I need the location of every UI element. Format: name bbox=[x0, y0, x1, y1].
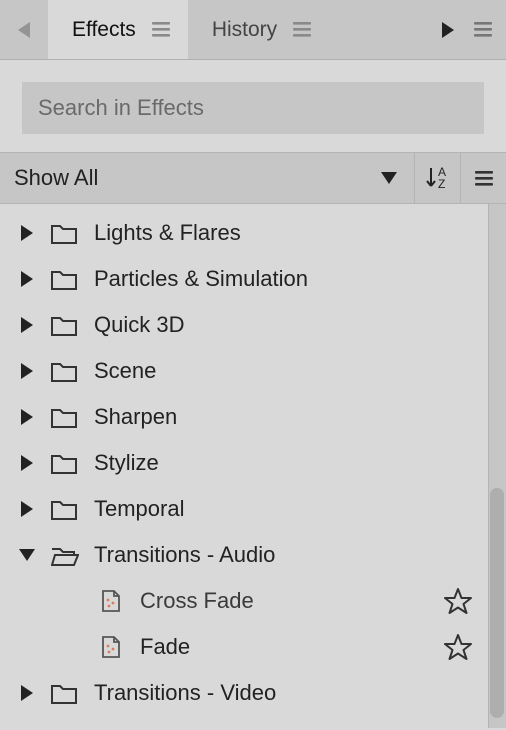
tree-folder-row[interactable]: Scene bbox=[0, 348, 506, 394]
tree-folder-row[interactable]: Stylize bbox=[0, 440, 506, 486]
tree-effect-row[interactable]: Fade bbox=[0, 624, 506, 670]
tree-folder-row[interactable]: Transitions - Audio bbox=[0, 532, 506, 578]
list-menu-icon[interactable] bbox=[460, 153, 506, 203]
tab-nav-prev[interactable] bbox=[0, 0, 48, 59]
tree-folder-row[interactable]: Lights & Flares bbox=[0, 210, 506, 256]
expand-icon[interactable] bbox=[14, 501, 40, 517]
expand-icon[interactable] bbox=[14, 409, 40, 425]
tree-item-label: Temporal bbox=[94, 496, 184, 522]
expand-icon[interactable] bbox=[14, 225, 40, 241]
sort-az-button[interactable] bbox=[414, 153, 460, 203]
tree-item-label: Fade bbox=[140, 634, 190, 660]
expand-icon[interactable] bbox=[14, 685, 40, 701]
tree-folder-row[interactable]: Transitions - Video bbox=[0, 670, 506, 716]
scrollbar[interactable] bbox=[488, 204, 506, 728]
tree-folder-row[interactable]: Quick 3D bbox=[0, 302, 506, 348]
expand-icon[interactable] bbox=[14, 455, 40, 471]
tree-item-label: Stylize bbox=[94, 450, 159, 476]
favorite-star-icon[interactable] bbox=[444, 588, 472, 614]
folder-icon bbox=[48, 451, 82, 475]
tab-label: Effects bbox=[72, 18, 136, 42]
tree-item-label: Transitions - Video bbox=[94, 680, 276, 706]
filter-label: Show All bbox=[14, 165, 98, 191]
tree-item-label: Lights & Flares bbox=[94, 220, 241, 246]
tab-history[interactable]: History bbox=[188, 0, 329, 59]
search-input[interactable] bbox=[22, 82, 484, 134]
effect-file-icon bbox=[94, 590, 128, 612]
folder-icon bbox=[48, 497, 82, 521]
tree-folder-row[interactable]: Temporal bbox=[0, 486, 506, 532]
tree-item-label: Scene bbox=[94, 358, 156, 384]
tab-effects[interactable]: Effects bbox=[48, 0, 188, 59]
hamburger-icon[interactable] bbox=[152, 22, 170, 37]
tab-nav-next[interactable] bbox=[442, 22, 454, 38]
tree-item-label: Sharpen bbox=[94, 404, 177, 430]
folder-icon bbox=[48, 681, 82, 705]
tree-item-label: Particles & Simulation bbox=[94, 266, 308, 292]
folder-icon bbox=[48, 359, 82, 383]
tree-effect-row[interactable]: Cross Fade bbox=[0, 578, 506, 624]
tree-item-label: Quick 3D bbox=[94, 312, 184, 338]
tree-item-label: Cross Fade bbox=[140, 588, 254, 614]
effect-file-icon bbox=[94, 636, 128, 658]
expand-icon[interactable] bbox=[14, 363, 40, 379]
scrollbar-thumb[interactable] bbox=[490, 488, 504, 718]
hamburger-icon[interactable] bbox=[293, 22, 311, 37]
folder-open-icon bbox=[48, 543, 82, 567]
filter-dropdown[interactable]: Show All bbox=[0, 153, 414, 203]
collapse-icon[interactable] bbox=[14, 549, 40, 561]
folder-icon bbox=[48, 267, 82, 291]
favorite-star-icon[interactable] bbox=[444, 634, 472, 660]
expand-icon[interactable] bbox=[14, 271, 40, 287]
tree-item-label: Transitions - Audio bbox=[94, 542, 275, 568]
chevron-down-icon bbox=[380, 172, 398, 184]
expand-icon[interactable] bbox=[14, 317, 40, 333]
folder-icon bbox=[48, 221, 82, 245]
folder-icon bbox=[48, 405, 82, 429]
panel-menu-icon[interactable] bbox=[474, 22, 492, 37]
tree-folder-row[interactable]: Sharpen bbox=[0, 394, 506, 440]
tree-folder-row[interactable]: Particles & Simulation bbox=[0, 256, 506, 302]
tab-label: History bbox=[212, 18, 277, 42]
folder-icon bbox=[48, 313, 82, 337]
